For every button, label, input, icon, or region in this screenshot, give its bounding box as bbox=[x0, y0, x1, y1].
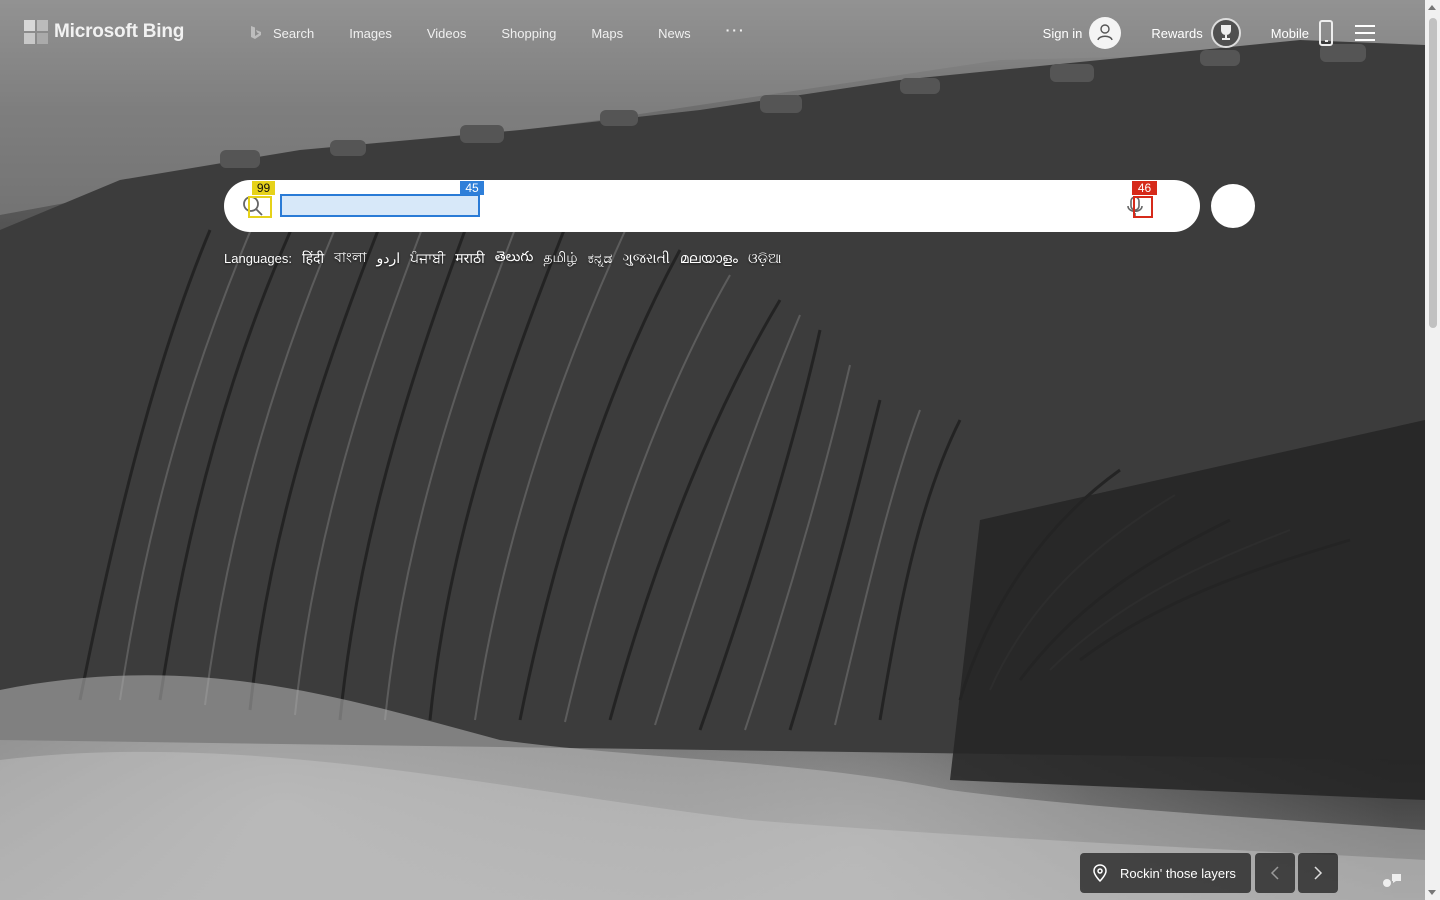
nav-more-button[interactable]: ··· bbox=[726, 22, 746, 38]
next-image-button[interactable] bbox=[1298, 853, 1338, 893]
language-link-odia[interactable]: ଓଡ଼ିଆ bbox=[748, 250, 782, 267]
search-box: 99 45 46 bbox=[224, 180, 1200, 232]
scroll-down-arrow[interactable] bbox=[1428, 890, 1436, 895]
rewards-trophy-icon bbox=[1210, 18, 1241, 48]
nav-shopping[interactable]: Shopping bbox=[501, 26, 556, 41]
scroll-up-arrow[interactable] bbox=[1428, 5, 1436, 10]
image-caption-text: Rockin' those layers bbox=[1120, 865, 1236, 881]
background-image bbox=[0, 0, 1425, 900]
language-link-telugu[interactable]: తెలుగు bbox=[495, 248, 534, 268]
chevron-left-icon bbox=[1270, 866, 1279, 880]
language-link-urdu[interactable]: اردو bbox=[376, 250, 400, 267]
basalt-landscape-illustration bbox=[0, 0, 1425, 900]
scroll-thumb[interactable] bbox=[1429, 18, 1437, 328]
top-header: Microsoft Bing Search Images Videos Shop… bbox=[0, 0, 1425, 68]
languages-bar: Languages: हिंदी বাংলা اردو ਪੰਜਾਬੀ मराठी… bbox=[224, 246, 792, 270]
bing-logo[interactable]: Microsoft Bing bbox=[24, 20, 184, 44]
nav-videos-label: Videos bbox=[426, 25, 467, 41]
nav-news[interactable]: News bbox=[658, 26, 691, 41]
mobile-button[interactable]: Mobile bbox=[1271, 20, 1333, 46]
sign-in-label: Sign in bbox=[1042, 25, 1083, 41]
mobile-label: Mobile bbox=[1270, 25, 1309, 41]
hamburger-menu-icon[interactable] bbox=[1355, 25, 1375, 41]
search-input[interactable] bbox=[280, 194, 480, 217]
location-pin-icon bbox=[1092, 864, 1108, 883]
sign-in-button[interactable]: Sign in bbox=[1043, 17, 1122, 49]
avatar-icon bbox=[1089, 17, 1122, 49]
top-nav: Search Images Videos Shopping Maps News … bbox=[248, 22, 781, 41]
nav-search-label: Search bbox=[273, 25, 315, 41]
mic-badge: 46 bbox=[1132, 181, 1157, 195]
visual-search-button[interactable] bbox=[1211, 184, 1255, 228]
language-link-malayalam[interactable]: മലയാളം bbox=[680, 250, 738, 267]
language-link-punjabi[interactable]: ਪੰਜਾਬੀ bbox=[410, 250, 445, 267]
bing-search-icon bbox=[248, 25, 264, 41]
nav-shopping-label: Shopping bbox=[501, 25, 557, 41]
nav-news-label: News bbox=[658, 25, 691, 41]
nav-images-label: Images bbox=[349, 25, 392, 41]
language-link-marathi[interactable]: मराठी bbox=[455, 249, 484, 268]
phone-icon bbox=[1319, 20, 1333, 46]
mic-highlight bbox=[1133, 196, 1153, 218]
nav-maps[interactable]: Maps bbox=[591, 26, 623, 41]
language-link-gujarati[interactable]: ગુજરાતી bbox=[622, 250, 669, 267]
page-scrollbar[interactable] bbox=[1425, 0, 1440, 900]
language-link-bengali[interactable]: বাংলা bbox=[334, 246, 366, 270]
search-icon-badge: 99 bbox=[252, 181, 275, 195]
image-caption-button[interactable]: Rockin' those layers bbox=[1080, 853, 1251, 893]
brand-name: Microsoft Bing bbox=[54, 21, 185, 42]
search-input-badge: 45 bbox=[460, 181, 484, 195]
language-link-tamil[interactable]: தமிழ் bbox=[543, 249, 577, 268]
previous-image-button[interactable] bbox=[1255, 853, 1295, 893]
search-icon-highlight bbox=[248, 196, 272, 218]
microsoft-logo-icon bbox=[24, 20, 48, 44]
feedback-icon[interactable] bbox=[1380, 868, 1404, 892]
languages-label: Languages: bbox=[224, 250, 292, 266]
rewards-label: Rewards bbox=[1151, 25, 1203, 41]
nav-images[interactable]: Images bbox=[349, 26, 392, 41]
chevron-right-icon bbox=[1314, 866, 1323, 880]
right-header: Sign in Rewards Mobile bbox=[1013, 17, 1375, 49]
rewards-button[interactable]: Rewards bbox=[1151, 18, 1241, 48]
nav-videos[interactable]: Videos bbox=[427, 26, 467, 41]
language-link-hindi[interactable]: हिंदी bbox=[302, 249, 324, 268]
nav-search[interactable]: Search bbox=[248, 25, 314, 41]
language-link-kannada[interactable]: ಕನ್ನಡ bbox=[588, 250, 613, 267]
nav-maps-label: Maps bbox=[591, 25, 624, 41]
